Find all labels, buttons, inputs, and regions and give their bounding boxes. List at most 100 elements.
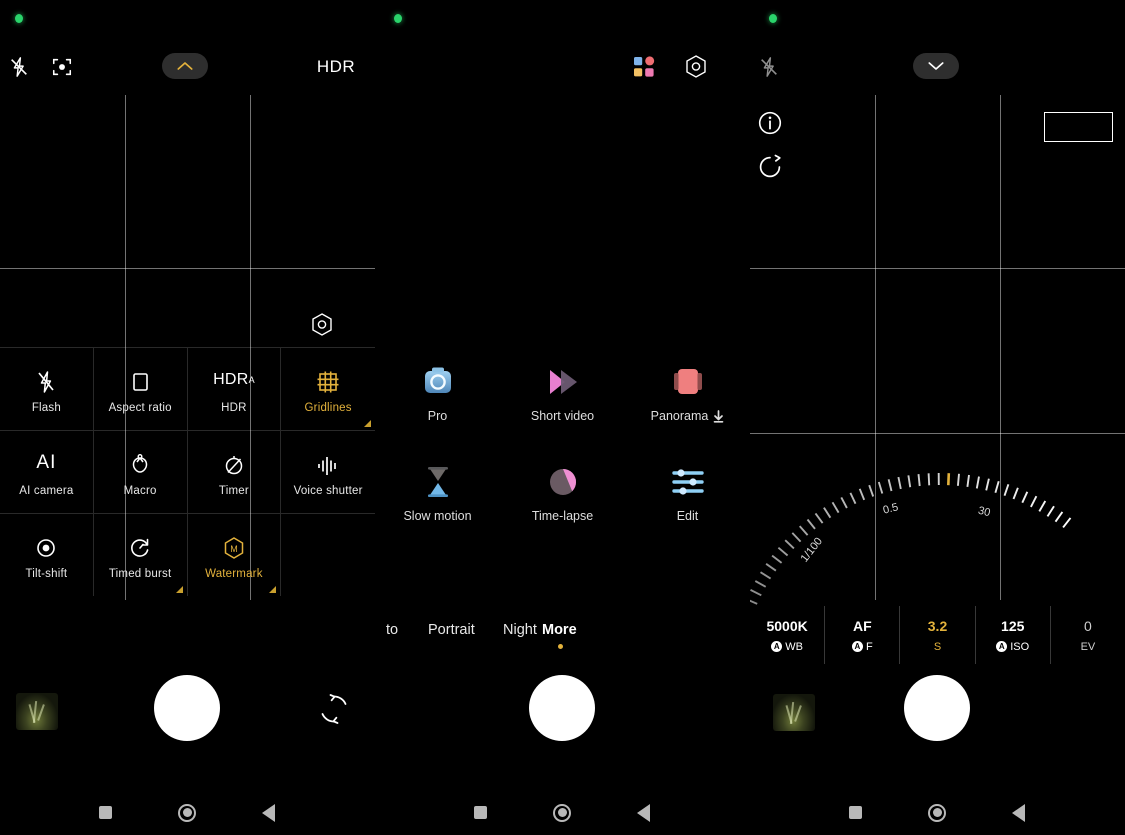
shutter-button[interactable] — [154, 675, 220, 741]
setting-corner-badge — [364, 420, 371, 427]
edit-sliders-icon — [670, 455, 706, 509]
mode-pro[interactable]: Pro — [375, 355, 500, 455]
setting-corner-badge — [175, 586, 183, 593]
back-triangle-icon[interactable] — [623, 790, 663, 835]
mode-short-video[interactable]: Short video — [500, 355, 625, 455]
flash-off-icon[interactable] — [754, 52, 784, 82]
setting-hdr[interactable]: HDR A HDR — [188, 348, 282, 430]
back-triangle-icon[interactable] — [998, 790, 1038, 835]
setting-voice-shutter[interactable]: Voice shutter — [281, 431, 375, 513]
mode-tab-photo[interactable]: to — [386, 622, 398, 638]
mode-time-lapse[interactable]: Time-lapse — [500, 455, 625, 555]
flash-off-icon — [34, 365, 58, 395]
android-navbar — [0, 790, 375, 835]
setting-empty-slot — [281, 514, 375, 596]
setting-aspect-ratio[interactable]: Aspect ratio — [94, 348, 188, 430]
home-circle-icon[interactable] — [917, 790, 957, 835]
setting-ai-camera[interactable]: AI AI camera — [0, 431, 94, 513]
mode-label-wrap: Panorama — [651, 409, 725, 423]
shutter-button[interactable] — [529, 675, 595, 741]
dial-ticks — [750, 472, 1072, 605]
pro-label-wrap: S — [934, 641, 941, 653]
panorama-icon — [669, 355, 707, 409]
setting-label: Tilt-shift — [25, 567, 68, 580]
hexagon-filter-icon[interactable] — [681, 52, 711, 82]
mode-tab-portrait[interactable]: Portrait — [428, 622, 475, 638]
panel-pro-mode: 0.5 30 1/100 5000K A WB AF A F 3.2 S 125… — [750, 0, 1125, 835]
pro-label-wrap: EV — [1081, 641, 1096, 653]
setting-macro[interactable]: Macro — [94, 431, 188, 513]
pro-label-wrap: A ISO — [996, 641, 1029, 653]
chevron-down-icon — [928, 62, 944, 70]
setting-timer[interactable]: Timer — [188, 431, 282, 513]
pro-control-iso[interactable]: 125 A ISO — [976, 606, 1051, 664]
setting-flash[interactable]: Flash — [0, 348, 94, 430]
recents-square-icon[interactable] — [460, 790, 500, 835]
modes-row: Pro Short video Panorama — [375, 355, 750, 455]
mode-tab-night[interactable]: Night — [503, 622, 537, 638]
mode-label: Pro — [427, 409, 448, 423]
pro-label-wrap: A WB — [771, 641, 803, 653]
home-circle-icon[interactable] — [167, 790, 207, 835]
setting-gridlines[interactable]: Gridlines — [281, 348, 375, 430]
ai-scene-detection-icon[interactable] — [47, 52, 77, 82]
camera-in-use-dot — [394, 14, 402, 23]
last-photo-thumbnail[interactable] — [773, 694, 815, 731]
topbar-photo: HDR — [0, 50, 375, 84]
flash-off-icon[interactable] — [4, 52, 34, 82]
setting-label: Voice shutter — [293, 484, 363, 497]
mode-label-wrap: Pro — [428, 409, 447, 423]
mode-label: Slow motion — [403, 509, 472, 523]
pro-control-focus[interactable]: AF A F — [825, 606, 901, 664]
mode-tab-more[interactable]: More — [542, 622, 577, 638]
short-video-icon — [541, 355, 585, 409]
last-photo-thumbnail[interactable] — [16, 693, 58, 730]
recents-square-icon[interactable] — [85, 790, 125, 835]
mode-panorama[interactable]: Panorama — [625, 355, 750, 455]
pro-value: 125 — [1001, 617, 1025, 634]
mode-label-wrap: Edit — [677, 509, 699, 523]
switch-camera-icon[interactable] — [317, 692, 351, 726]
mode-selector-strip: to Portrait Night More — [375, 616, 750, 656]
mode-label-wrap: Time-lapse — [532, 509, 593, 523]
mode-label-wrap: Short video — [531, 409, 594, 423]
modes-grid-icon[interactable] — [629, 52, 659, 82]
auto-badge: A — [996, 641, 1008, 652]
mode-slow-motion[interactable]: Slow motion — [375, 455, 500, 555]
setting-label: Timer — [218, 484, 249, 497]
auto-badge: A — [851, 641, 863, 652]
slow-motion-icon — [421, 455, 455, 509]
recents-square-icon[interactable] — [835, 790, 875, 835]
hdr-icon-sub: A — [248, 374, 255, 385]
home-circle-icon[interactable] — [542, 790, 582, 835]
tilt-shift-icon — [34, 531, 58, 561]
camera-in-use-dot — [15, 14, 23, 23]
setting-label: Macro — [123, 484, 157, 497]
setting-label: Timed burst — [108, 567, 172, 580]
collapse-settings-button[interactable] — [913, 53, 959, 79]
pro-control-shutter-speed[interactable]: 3.2 S — [900, 606, 976, 664]
mode-edit[interactable]: Edit — [625, 455, 750, 555]
ai-icon-text: AI — [36, 451, 57, 473]
modes-row: Slow motion Time-lapse Edit — [375, 455, 750, 555]
setting-tilt-shift[interactable]: Tilt-shift — [0, 514, 94, 596]
setting-timed-burst[interactable]: Timed burst — [94, 514, 188, 596]
topbar-pro — [750, 50, 1125, 84]
shutter-button[interactable] — [904, 675, 970, 741]
pro-control-wb[interactable]: 5000K A WB — [750, 606, 826, 664]
camera-app-screenshot: HDR Flash Aspect ratio HDR A HDR Gridlin… — [0, 0, 1125, 835]
reset-rotate-icon[interactable] — [757, 154, 783, 180]
download-arrow-icon — [713, 409, 724, 423]
setting-label: AI camera — [19, 484, 74, 497]
pro-value: 3.2 — [927, 617, 948, 634]
pro-control-ev[interactable]: 0 EV — [1051, 606, 1125, 664]
info-circle-icon[interactable] — [757, 110, 783, 136]
svg-text:M: M — [230, 544, 238, 554]
hexagon-filter-icon[interactable] — [309, 312, 335, 338]
setting-watermark[interactable]: M Watermark — [188, 514, 282, 596]
expand-settings-button[interactable] — [162, 53, 208, 79]
back-triangle-icon[interactable] — [248, 790, 288, 835]
shutter-speed-dial[interactable]: 0.5 30 1/100 — [750, 440, 1125, 605]
camera-settings-sheet: Flash Aspect ratio HDR A HDR Gridlines A… — [0, 347, 375, 596]
android-navbar — [375, 790, 750, 835]
